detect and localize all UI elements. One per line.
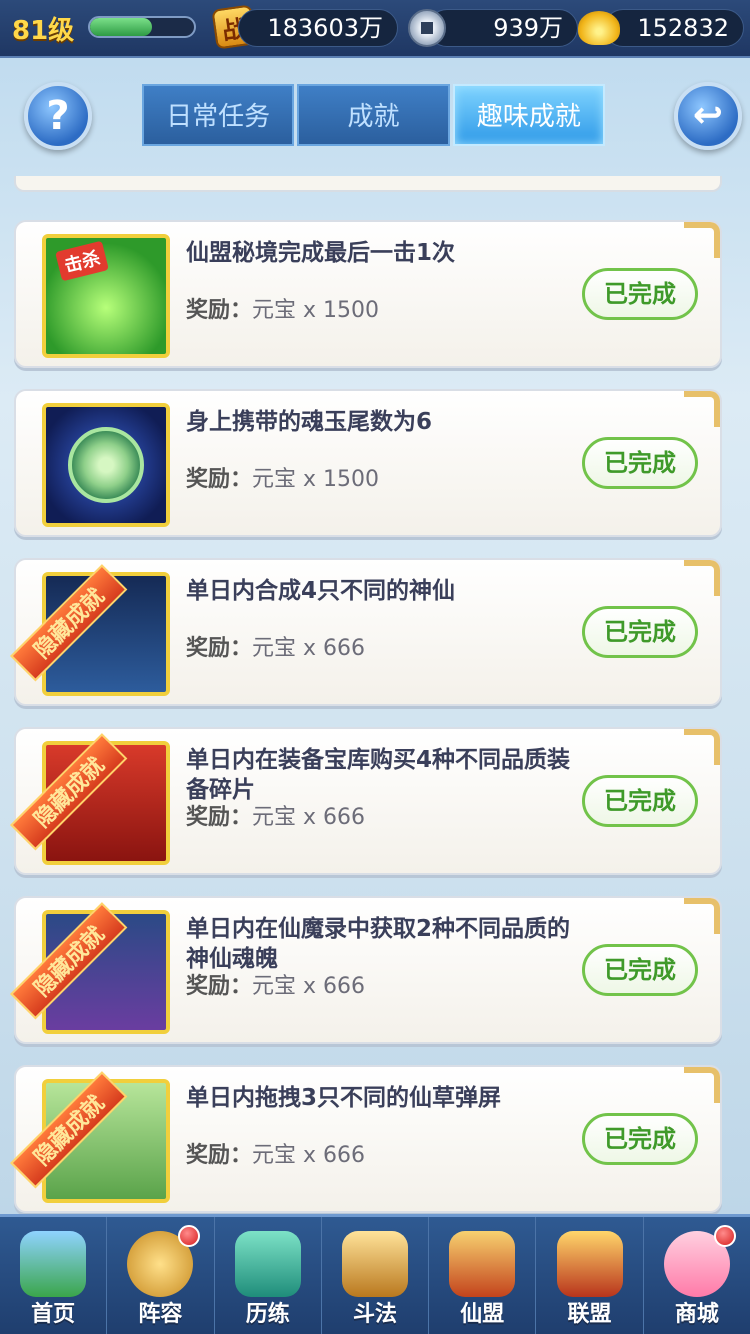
card-corner-ornament xyxy=(684,391,720,427)
reward-value: 元宝 x 666 xyxy=(252,974,366,999)
reward-value: 元宝 x 666 xyxy=(252,805,366,830)
card-corner-ornament xyxy=(684,560,720,596)
nav-label: 仙盟 xyxy=(460,1302,505,1327)
player-level: 81级 xyxy=(12,16,75,46)
completed-button[interactable]: 已完成 xyxy=(582,775,698,827)
nav-home[interactable]: 首页 xyxy=(0,1217,108,1334)
nav-label: 商城 xyxy=(674,1302,719,1327)
achievement-title: 单日内拖拽3只不同的仙草弹屏 xyxy=(186,1085,502,1111)
notification-dot xyxy=(177,1225,200,1247)
nav-alliance[interactable]: 联盟 xyxy=(536,1217,644,1334)
kill-tag: 击杀 xyxy=(55,240,109,282)
achievement-reward: 奖励：元宝 x 1500 xyxy=(186,292,379,324)
achievement-tabs: 日常任务 成就 趣味成就 xyxy=(142,84,608,146)
reward-label: 奖励： xyxy=(186,1143,253,1168)
gold-ingot-icon xyxy=(578,11,620,45)
nav-guild[interactable]: 仙盟 xyxy=(429,1217,537,1334)
achievement-card: 身上携带的魂玉尾数为6 奖励：元宝 x 1500 已完成 xyxy=(14,389,722,537)
level-progress-fill xyxy=(90,18,153,36)
completed-button[interactable]: 已完成 xyxy=(582,268,698,320)
completed-button[interactable]: 已完成 xyxy=(582,606,698,658)
nav-label: 首页 xyxy=(31,1302,76,1327)
achievement-reward: 奖励：元宝 x 1500 xyxy=(186,461,379,493)
silver-coin-icon xyxy=(408,9,446,47)
achievement-reward: 奖励：元宝 x 666 xyxy=(186,799,365,831)
reward-label: 奖励： xyxy=(186,467,253,492)
tab-daily-tasks[interactable]: 日常任务 xyxy=(142,84,295,146)
achievement-title: 身上携带的魂玉尾数为6 xyxy=(186,409,433,435)
achievement-card: 隐藏成就 单日内在仙魔录中获取2种不同品质的神仙魂魄 奖励：元宝 x 666 已… xyxy=(10,896,722,1044)
help-button[interactable]: ? xyxy=(24,82,92,150)
tab-achievements[interactable]: 成就 xyxy=(297,84,450,146)
achievement-title: 单日内在仙魔录中获取2种不同品质的神仙魂魄 xyxy=(186,916,571,972)
completed-button[interactable]: 已完成 xyxy=(582,437,698,489)
training-gourd-icon xyxy=(234,1231,301,1297)
home-island-icon xyxy=(20,1231,87,1297)
nav-shop[interactable]: 商城 xyxy=(644,1217,750,1334)
achievement-card: 隐藏成就 单日内拖拽3只不同的仙草弹屏 奖励：元宝 x 666 已完成 xyxy=(10,1065,722,1213)
achievement-card: 隐藏成就 单日内在装备宝库购买4种不同品质装备碎片 奖励：元宝 x 666 已完… xyxy=(10,727,722,875)
gold-value: 152832 xyxy=(604,9,744,47)
nav-label: 联盟 xyxy=(567,1302,612,1327)
reward-label: 奖励： xyxy=(186,636,253,661)
reward-label: 奖励： xyxy=(186,974,253,999)
bottom-nav: 首页 阵容 历练 斗法 仙盟 联盟 商城 xyxy=(0,1214,750,1334)
guild-palace-icon xyxy=(449,1231,516,1297)
alliance-banner-icon xyxy=(556,1231,623,1297)
nav-battle[interactable]: 斗法 xyxy=(322,1217,430,1334)
soul-jade-icon xyxy=(68,427,144,503)
reward-label: 奖励： xyxy=(186,805,253,830)
status-bar: 81级 战 183603万 939万 152832 xyxy=(0,0,750,58)
achievement-card: 隐藏成就 单日内合成4只不同的神仙 奖励：元宝 x 666 已完成 xyxy=(10,558,722,706)
notification-dot xyxy=(713,1225,736,1247)
silver-value: 939万 xyxy=(428,9,578,47)
battle-sword-icon xyxy=(341,1231,408,1297)
reward-value: 元宝 x 1500 xyxy=(252,298,380,323)
achievement-reward: 奖励：元宝 x 666 xyxy=(186,630,365,662)
card-corner-ornament xyxy=(684,729,720,765)
nav-label: 斗法 xyxy=(352,1302,397,1327)
achievement-title: 单日内在装备宝库购买4种不同品质装备碎片 xyxy=(186,747,571,803)
partial-card xyxy=(14,176,722,192)
nav-training[interactable]: 历练 xyxy=(215,1217,322,1334)
completed-button[interactable]: 已完成 xyxy=(582,944,698,996)
battle-power-value: 183603万 xyxy=(238,9,398,47)
achievement-thumb: 击杀 xyxy=(42,234,170,358)
nav-label: 历练 xyxy=(245,1302,290,1327)
card-corner-ornament xyxy=(684,1067,720,1103)
reward-value: 元宝 x 666 xyxy=(252,636,366,661)
achievement-title: 仙盟秘境完成最后一击1次 xyxy=(186,240,456,266)
reward-value: 元宝 x 666 xyxy=(252,1143,366,1168)
back-button[interactable]: ↩ xyxy=(674,82,742,150)
nav-label: 阵容 xyxy=(138,1302,183,1327)
achievement-reward: 奖励：元宝 x 666 xyxy=(186,1137,365,1169)
nav-lineup[interactable]: 阵容 xyxy=(107,1217,215,1334)
achievement-list[interactable]: 击杀 仙盟秘境完成最后一击1次 奖励：元宝 x 1500 已完成 身上携带的魂玉… xyxy=(0,176,750,1214)
reward-label: 奖励： xyxy=(186,298,253,323)
achievement-thumb xyxy=(42,403,170,527)
level-progress-bar xyxy=(88,16,196,38)
card-corner-ornament xyxy=(684,222,720,258)
card-corner-ornament xyxy=(684,898,720,934)
achievement-title: 单日内合成4只不同的神仙 xyxy=(186,578,456,604)
completed-button[interactable]: 已完成 xyxy=(582,1113,698,1165)
achievement-card: 击杀 仙盟秘境完成最后一击1次 奖励：元宝 x 1500 已完成 xyxy=(14,220,722,368)
reward-value: 元宝 x 1500 xyxy=(252,467,380,492)
achievement-reward: 奖励：元宝 x 666 xyxy=(186,968,365,1000)
tab-fun-achievements[interactable]: 趣味成就 xyxy=(452,84,605,146)
